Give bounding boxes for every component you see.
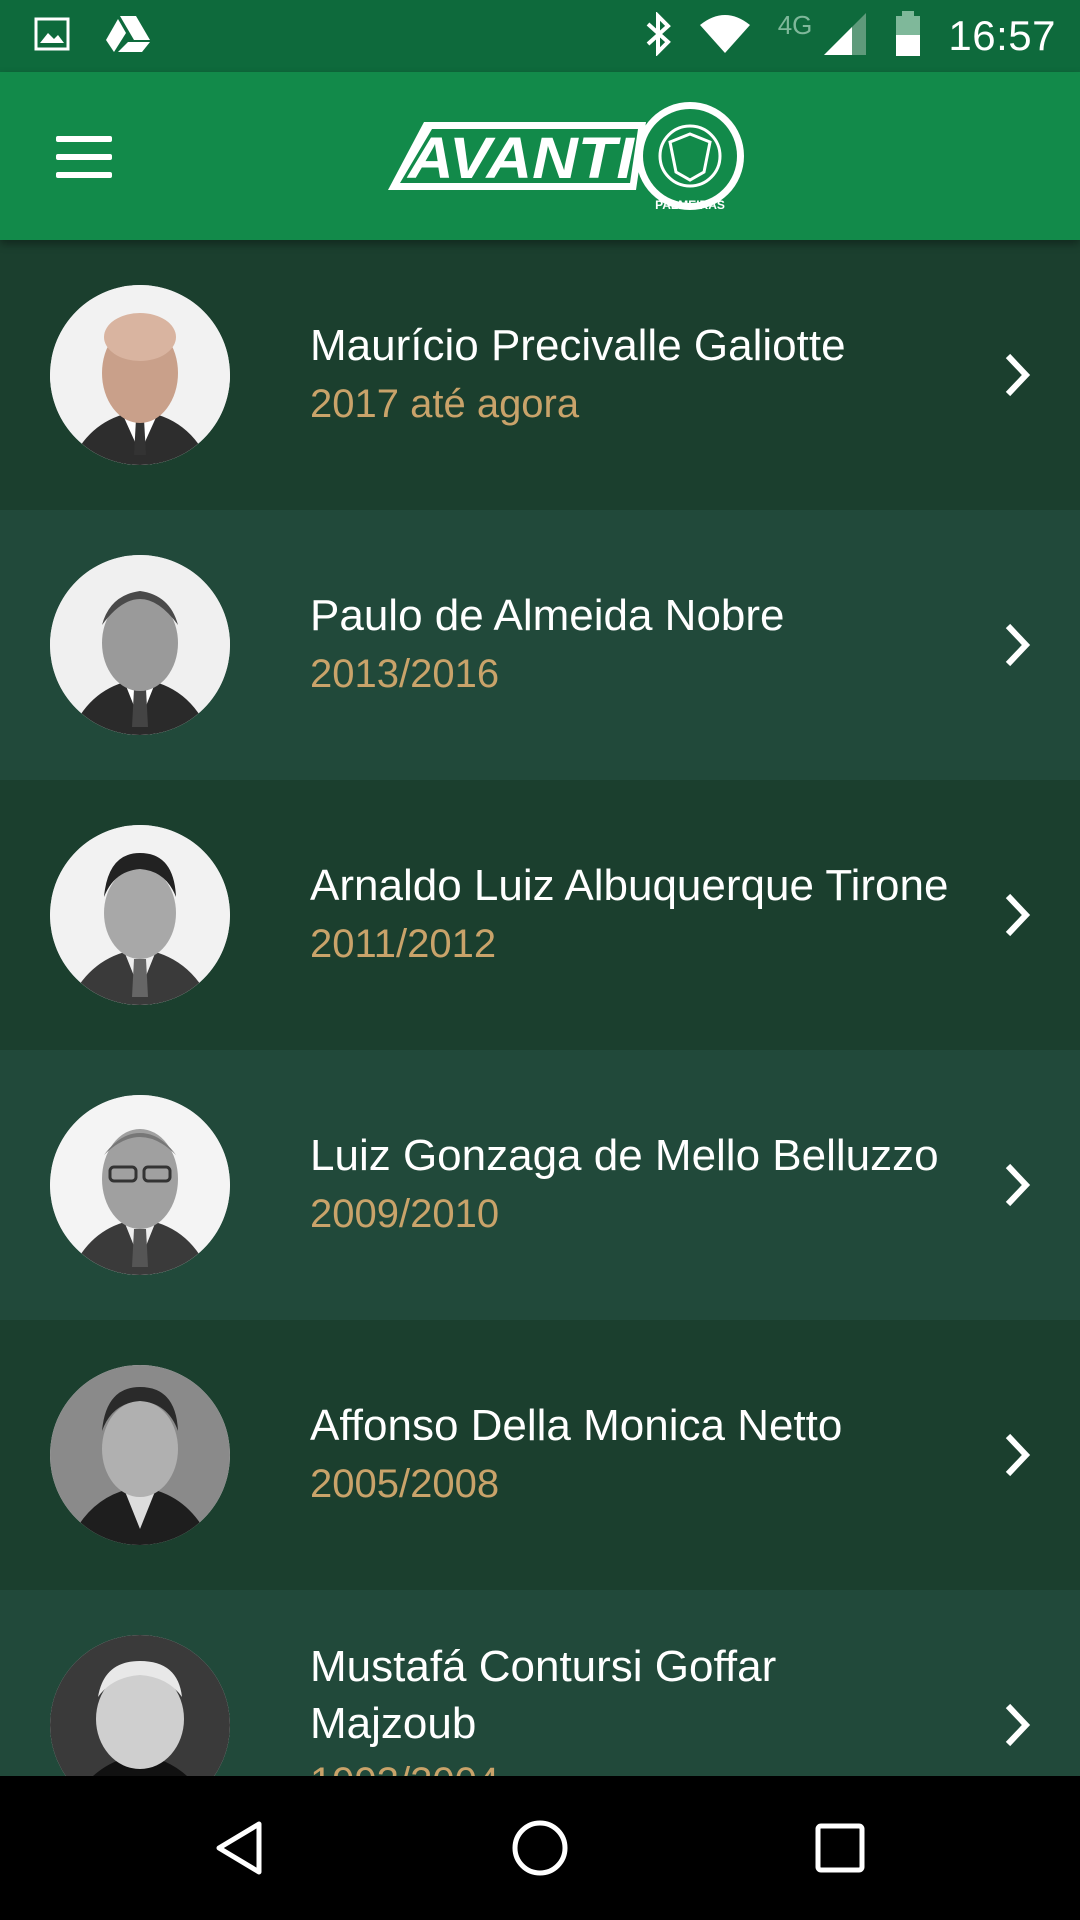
clock: 16:57	[948, 12, 1056, 59]
chevron-right-icon	[1005, 1433, 1031, 1477]
menu-icon-line	[56, 172, 112, 178]
chevron-right-icon	[1005, 1703, 1031, 1747]
list-item[interactable]: Mustafá Contursi Goffar Majzoub 1993/200…	[0, 1590, 1080, 1776]
president-name: Affonso Della Monica Netto	[310, 1400, 843, 1450]
avatar	[50, 825, 230, 1005]
status-bar: 4G 16:57	[0, 0, 1080, 72]
home-icon[interactable]	[504, 1812, 576, 1884]
recents-icon[interactable]	[804, 1812, 876, 1884]
chevron-right-icon	[1005, 353, 1031, 397]
presidents-list: Maurício Precivalle Galiotte 2017 até ag…	[0, 240, 1080, 1776]
president-years: 2013/2016	[310, 651, 500, 696]
president-years: 2011/2012	[310, 921, 497, 966]
list-item[interactable]: Paulo de Almeida Nobre 2013/2016	[0, 510, 1080, 780]
drive-icon	[104, 14, 152, 59]
battery-icon	[894, 10, 922, 62]
avatar	[50, 1095, 230, 1275]
president-name: Luiz Gonzaga de Mello Belluzzo	[310, 1130, 939, 1180]
logo-text: AVANTI	[406, 126, 636, 191]
app-bar: AVANTI PALMEIRAS	[0, 72, 1080, 240]
avatar	[50, 1365, 230, 1545]
chevron-right-icon	[1005, 893, 1031, 937]
president-name: Arnaldo Luiz Albuquerque Tirone	[310, 860, 949, 910]
logo-subtext: PALMEIRAS	[655, 198, 725, 212]
president-years: 1993/2004	[310, 1752, 950, 1776]
list-item[interactable]: Luiz Gonzaga de Mello Belluzzo 2009/2010	[0, 1050, 1080, 1320]
wifi-icon	[698, 13, 752, 60]
avatar	[50, 555, 230, 735]
list-item[interactable]: Maurício Precivalle Galiotte 2017 até ag…	[0, 240, 1080, 510]
president-name: Paulo de Almeida Nobre	[310, 590, 785, 640]
chevron-right-icon	[1005, 1163, 1031, 1207]
navigation-bar	[0, 1776, 1080, 1920]
president-years: 2005/2008	[310, 1461, 500, 1506]
avatar	[50, 285, 230, 465]
back-icon[interactable]	[205, 1812, 277, 1884]
list-item[interactable]: Affonso Della Monica Netto 2005/2008	[0, 1320, 1080, 1590]
president-years: 2009/2010	[310, 1191, 500, 1236]
image-icon	[34, 17, 70, 56]
president-name: Maurício Precivalle Galiotte	[310, 320, 846, 370]
network-type: 4G	[777, 10, 813, 40]
menu-icon	[56, 136, 112, 142]
list-item[interactable]: Arnaldo Luiz Albuquerque Tirone 2011/201…	[0, 780, 1080, 1050]
signal-icon	[822, 11, 868, 62]
bluetooth-icon	[644, 10, 672, 61]
menu-icon-line	[56, 154, 112, 160]
president-years: 2017 até agora	[310, 381, 580, 426]
menu-button[interactable]	[40, 122, 124, 192]
avanti-palmeiras-logo: AVANTI PALMEIRAS	[384, 96, 744, 216]
chevron-right-icon	[1005, 623, 1031, 667]
president-name: Mustafá Contursi Goffar Majzoub	[310, 1642, 777, 1748]
avatar	[50, 1635, 230, 1776]
